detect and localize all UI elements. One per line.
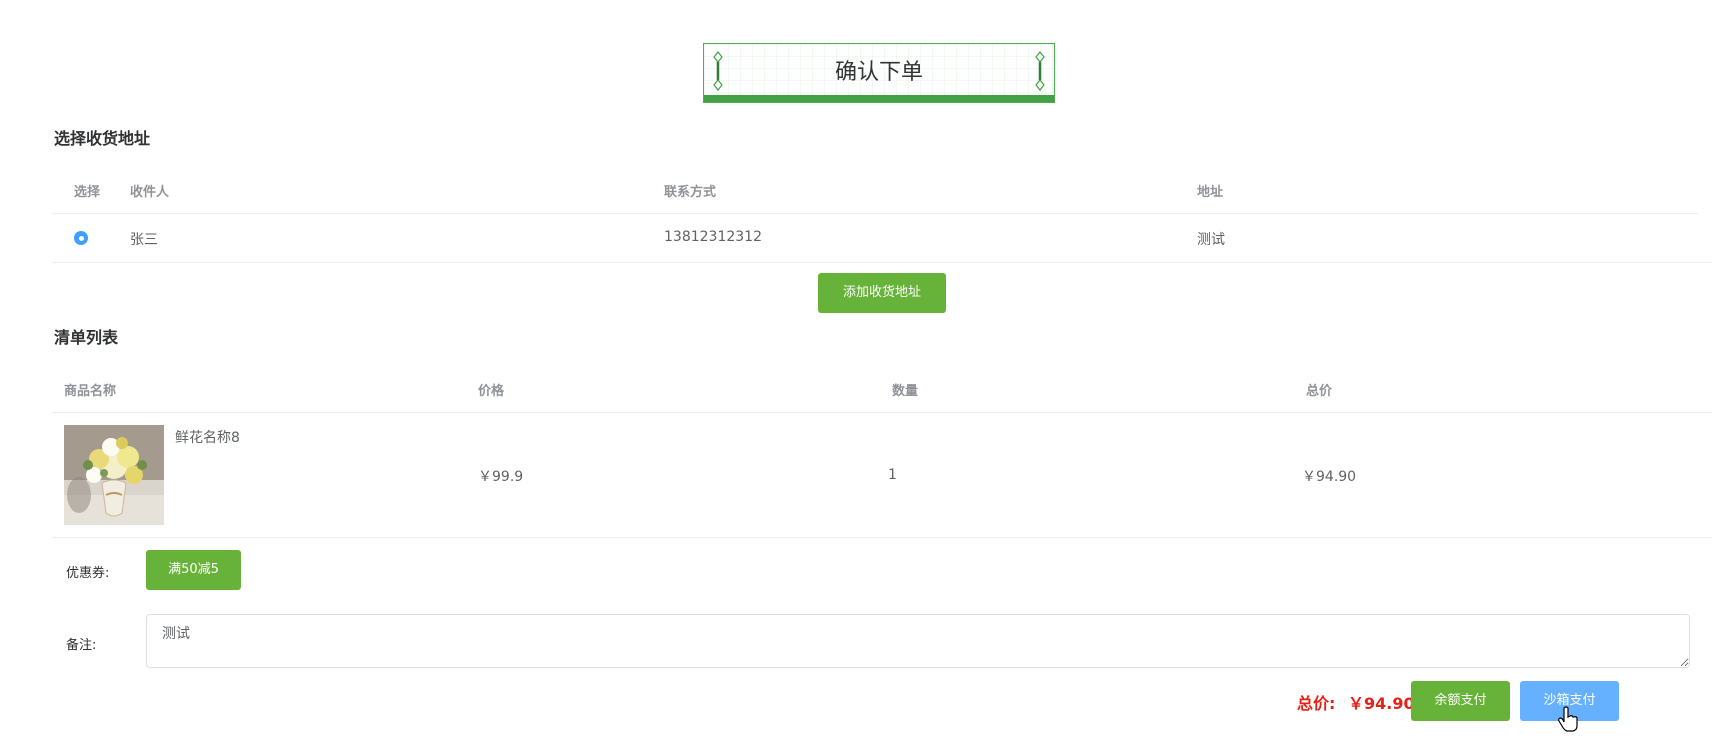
address-address-cell: 测试 bbox=[1197, 232, 1225, 248]
address-col-phone: 联系方式 bbox=[664, 185, 717, 200]
address-header-divider bbox=[52, 213, 1698, 214]
remark-textarea[interactable]: 测试 bbox=[146, 614, 1690, 668]
order-col-name: 商品名称 bbox=[64, 384, 117, 399]
order-header-divider bbox=[52, 412, 1712, 413]
flower-vase-image bbox=[64, 425, 164, 525]
address-col-address: 地址 bbox=[1197, 185, 1224, 200]
address-select-radio[interactable] bbox=[74, 231, 88, 245]
right-arrow-ornament-icon bbox=[1035, 51, 1045, 91]
order-col-price: 价格 bbox=[478, 384, 505, 399]
address-section-title: 选择收货地址 bbox=[54, 129, 151, 148]
total-price-label: 总价: bbox=[1297, 694, 1336, 713]
product-quantity-cell: 1 bbox=[888, 467, 897, 483]
remark-label: 备注: bbox=[66, 638, 97, 653]
address-phone-cell: 13812312312 bbox=[664, 229, 762, 245]
address-receiver-cell: 张三 bbox=[130, 232, 158, 248]
hand-cursor-icon bbox=[1558, 706, 1578, 732]
address-row-divider bbox=[52, 262, 1712, 263]
banner-strip bbox=[704, 95, 1054, 102]
order-section-title: 清单列表 bbox=[54, 328, 119, 347]
page-banner: 确认下单 bbox=[703, 43, 1055, 103]
page-title: 确认下单 bbox=[834, 60, 923, 85]
address-col-receiver: 收件人 bbox=[130, 185, 170, 200]
order-col-total: 总价 bbox=[1306, 384, 1333, 399]
address-col-select: 选择 bbox=[74, 185, 101, 200]
total-price-value: ￥94.90 bbox=[1348, 694, 1415, 713]
add-address-button[interactable]: 添加收货地址 bbox=[818, 273, 946, 313]
coupon-button[interactable]: 满50减5 bbox=[146, 550, 241, 590]
product-price-cell: ￥99.9 bbox=[478, 469, 524, 485]
order-row-divider bbox=[52, 537, 1712, 538]
coupon-label: 优惠券: bbox=[66, 566, 110, 581]
product-name-cell: 鲜花名称8 bbox=[175, 430, 240, 446]
product-total-cell: ￥94.90 bbox=[1302, 469, 1357, 485]
order-col-quantity: 数量 bbox=[892, 384, 919, 399]
balance-pay-button[interactable]: 余额支付 bbox=[1411, 681, 1510, 721]
